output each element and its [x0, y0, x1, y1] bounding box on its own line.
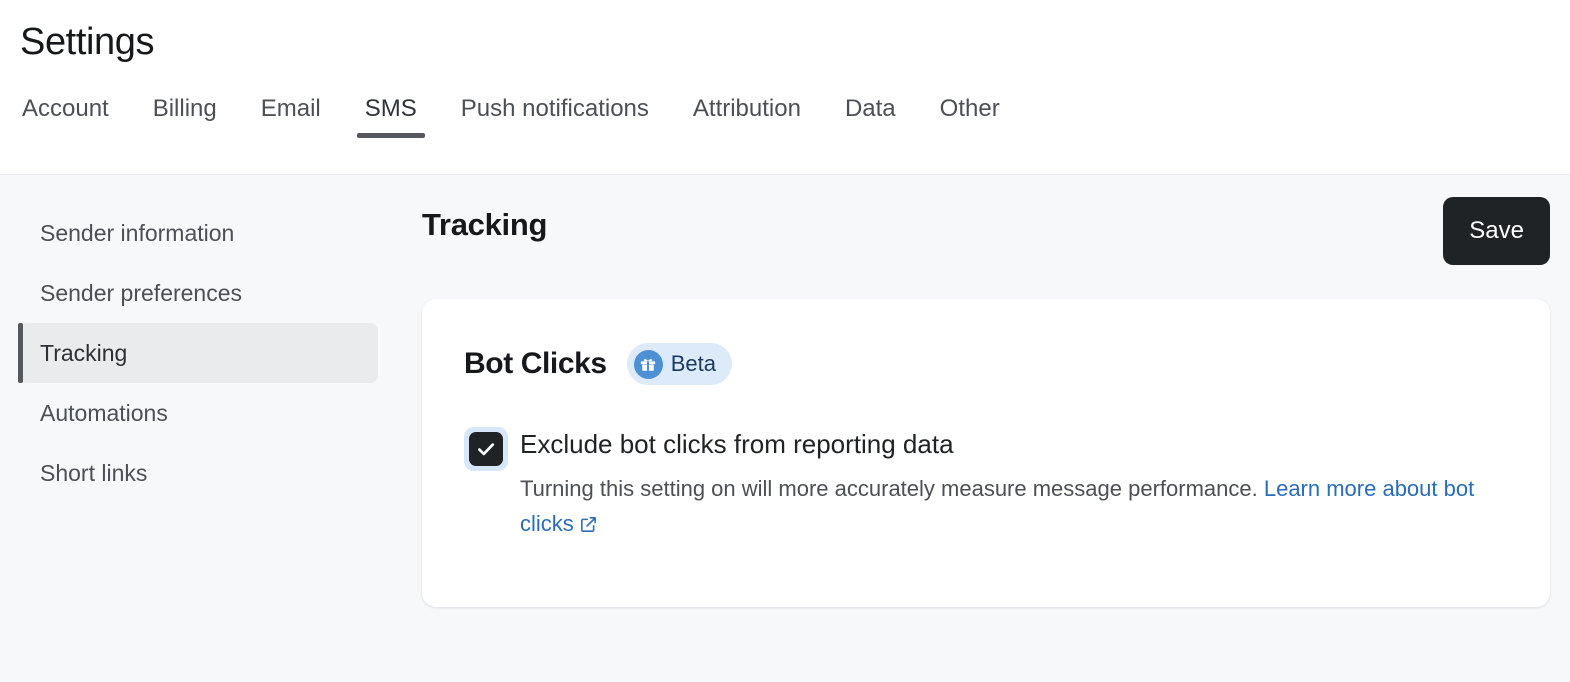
tab-billing[interactable]: Billing: [131, 88, 239, 138]
page-title: Settings: [20, 21, 155, 63]
save-button[interactable]: Save: [1443, 197, 1550, 265]
card-title: Bot Clicks: [464, 347, 607, 380]
page-header: Settings Account Billing Email SMS Push …: [0, 0, 1570, 175]
tab-sms[interactable]: SMS: [343, 88, 439, 138]
tab-account[interactable]: Account: [18, 88, 131, 138]
section-title: Tracking: [422, 207, 548, 242]
bot-clicks-card: Bot Clicks Beta Exclude bot clicks from …: [422, 299, 1550, 607]
settings-sidebar: Sender information Sender preferences Tr…: [0, 175, 398, 682]
tab-push-notifications[interactable]: Push notifications: [439, 88, 671, 138]
setting-label[interactable]: Exclude bot clicks from reporting data: [520, 428, 1480, 461]
settings-tabbar: Account Billing Email SMS Push notificat…: [0, 88, 1570, 138]
exclude-bot-clicks-checkbox[interactable]: [464, 427, 508, 471]
setting-text-block: Exclude bot clicks from reporting data T…: [520, 425, 1480, 545]
exclude-bot-clicks-row: Exclude bot clicks from reporting data T…: [464, 425, 1508, 545]
sidebar-item-short-links[interactable]: Short links: [19, 443, 378, 503]
sidebar-item-tracking[interactable]: Tracking: [18, 323, 378, 383]
gift-icon: [633, 349, 663, 379]
tab-data[interactable]: Data: [823, 88, 918, 138]
checkbox-box: [469, 432, 503, 466]
main-header-row: Tracking Save: [422, 175, 1550, 265]
setting-description-text: Turning this setting on will more accura…: [520, 475, 1264, 501]
badge-label: Beta: [670, 351, 716, 376]
status-badge: Beta: [626, 343, 732, 385]
tab-attribution[interactable]: Attribution: [671, 88, 823, 138]
sidebar-item-sender-information[interactable]: Sender information: [19, 203, 378, 263]
settings-body: Sender information Sender preferences Tr…: [0, 175, 1570, 682]
check-icon: [478, 443, 495, 456]
external-link-icon[interactable]: [579, 509, 598, 545]
card-header: Bot Clicks Beta: [464, 343, 1508, 385]
sidebar-item-sender-preferences[interactable]: Sender preferences: [19, 263, 378, 323]
tab-email[interactable]: Email: [239, 88, 343, 138]
settings-main: Tracking Save Bot Clicks Beta Exclude bo…: [398, 175, 1570, 682]
sidebar-item-automations[interactable]: Automations: [19, 383, 378, 443]
setting-description: Turning this setting on will more accura…: [520, 471, 1480, 545]
tab-other[interactable]: Other: [918, 88, 1022, 138]
